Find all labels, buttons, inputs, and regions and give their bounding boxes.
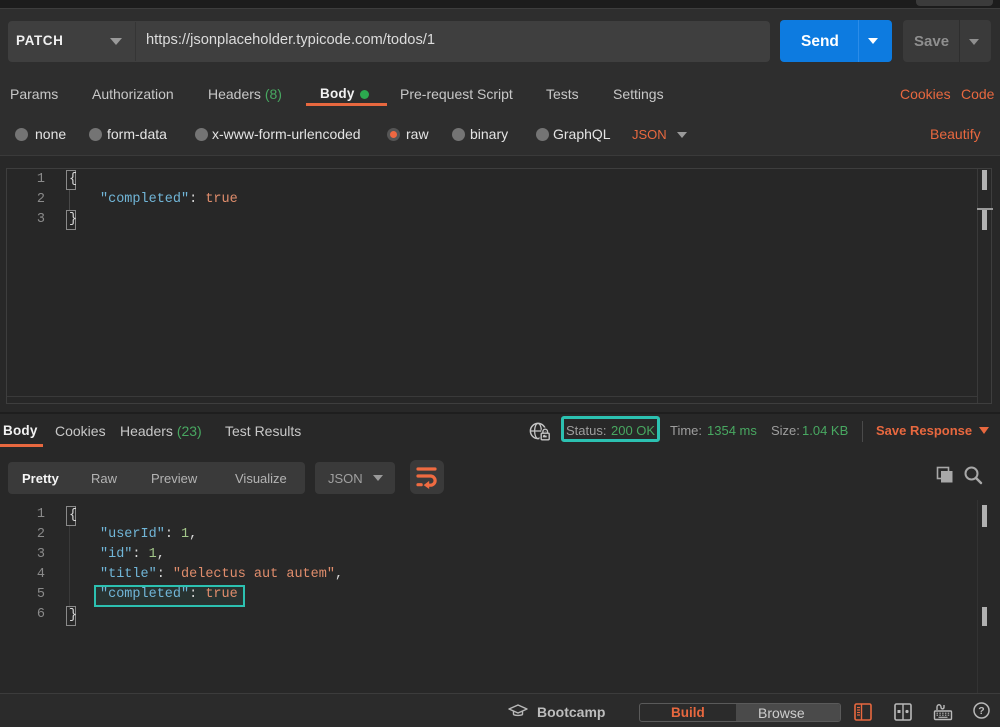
svg-text:?: ? xyxy=(978,705,984,717)
